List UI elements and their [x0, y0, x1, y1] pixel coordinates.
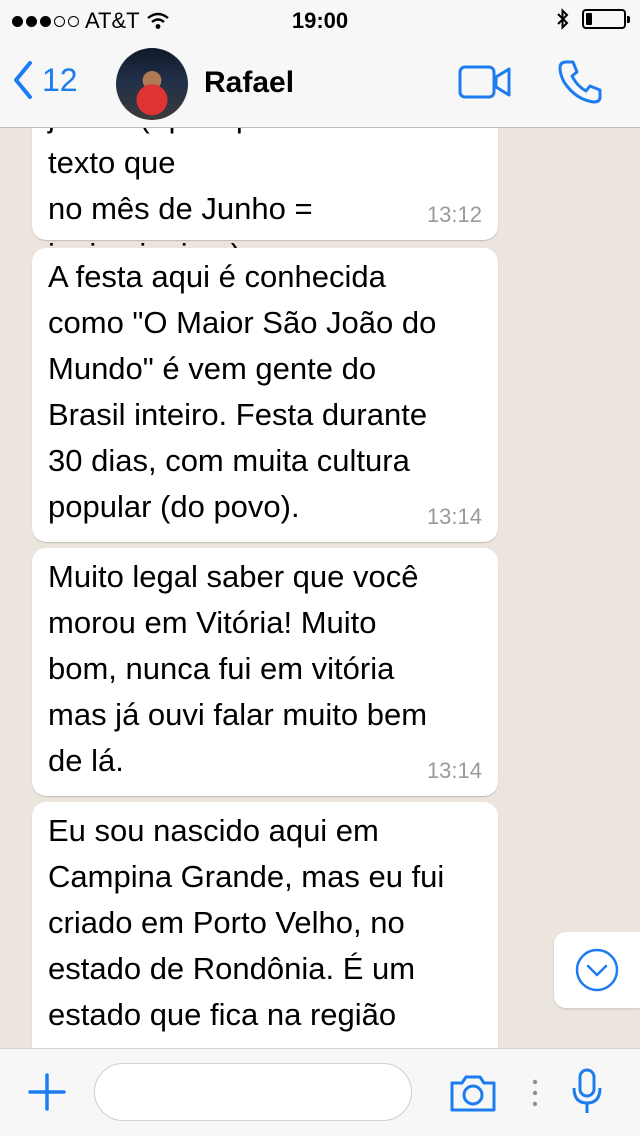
video-call-icon[interactable]: [458, 64, 512, 100]
battery-fill: [586, 13, 592, 25]
message-bubble[interactable]: junina ( que aparece em um texto que no …: [32, 128, 498, 272]
status-bar: AT&T 19:00: [0, 0, 640, 40]
status-right: [556, 8, 630, 30]
message-time: 13:12: [426, 202, 482, 227]
microphone-icon[interactable]: [570, 1067, 604, 1117]
back-button[interactable]: 12: [12, 60, 78, 100]
chevron-down-icon: [575, 948, 619, 992]
status-time: 19:00: [291, 8, 349, 33]
contact-name[interactable]: Rafael: [204, 66, 294, 100]
plus-icon[interactable]: [26, 1071, 68, 1113]
bluetooth-icon: [557, 8, 569, 30]
phone-icon[interactable]: [556, 58, 604, 106]
message-text: A festa aqui é conhecida como "O Maior S…: [48, 259, 437, 524]
input-bar: [0, 1048, 640, 1136]
chevron-left-icon: [14, 61, 32, 99]
avatar[interactable]: [116, 48, 188, 120]
more-dots-icon[interactable]: [531, 1077, 539, 1109]
message-time: 13:14: [426, 504, 482, 529]
message-list[interactable]: junina ( que aparece em um texto que no …: [0, 128, 640, 1048]
chat-header: 12 Rafael: [0, 40, 640, 128]
message-bubble[interactable]: Eu sou nascido aqui em Campina Grande, m…: [32, 802, 498, 1048]
message-text: Muito legal saber que você morou em Vitó…: [48, 559, 428, 778]
message-text: Eu sou nascido aqui em Campina Grande, m…: [48, 813, 445, 1048]
scroll-to-bottom-button[interactable]: [554, 932, 640, 1008]
message-bubble[interactable]: Muito legal saber que você morou em Vitó…: [32, 548, 498, 796]
camera-icon[interactable]: [448, 1073, 498, 1113]
message-time: 13:14: [426, 758, 482, 783]
battery-icon: [582, 9, 630, 29]
message-input[interactable]: [94, 1063, 412, 1121]
unread-count: 12: [42, 61, 78, 98]
message-bubble[interactable]: A festa aqui é conhecida como "O Maior S…: [32, 248, 498, 542]
